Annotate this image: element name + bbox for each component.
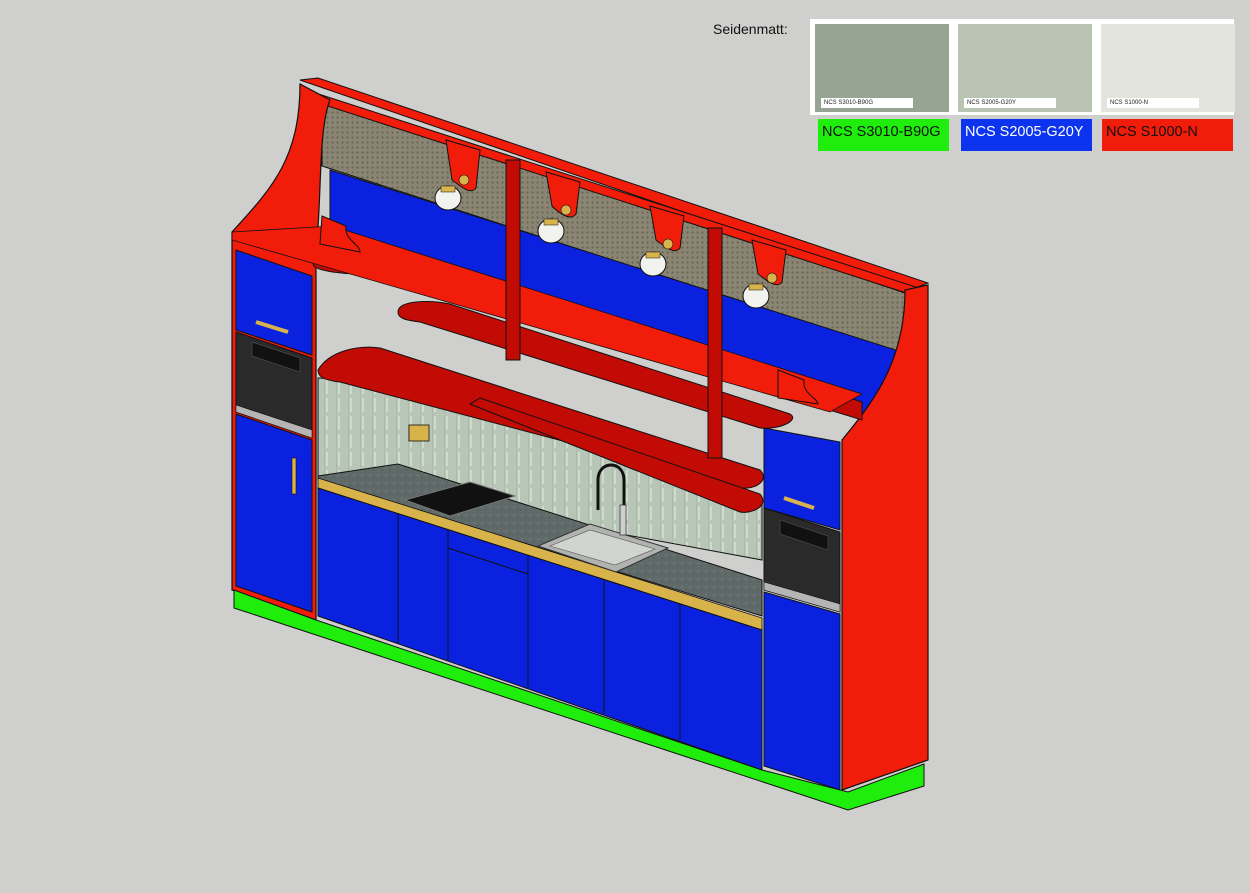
swatch-1: NCS S3010-B90G	[815, 24, 949, 112]
post-1	[505, 159, 521, 361]
key-2: NCS S2005-G20Y	[961, 119, 1092, 151]
key-3: NCS S1000-N	[1102, 119, 1233, 151]
left-cabinet-lower	[235, 413, 313, 613]
swatch-1-code: NCS S3010-B90G	[821, 98, 913, 108]
swatch-3-code: NCS S1000-N	[1107, 98, 1199, 108]
power-outlet	[408, 424, 430, 442]
swatch-3: NCS S1000-N	[1101, 24, 1235, 112]
left-handle	[291, 457, 297, 495]
key-1: NCS S3010-B90G	[818, 119, 949, 151]
swatch-panel: NCS S3010-B90G NCS S2005-G20Y NCS S1000-…	[810, 19, 1235, 115]
swatch-2-code: NCS S2005-G20Y	[964, 98, 1056, 108]
finish-label: Seidenmatt:	[713, 21, 788, 37]
right-cabinet-lower	[763, 591, 841, 791]
post-2	[707, 227, 723, 459]
swatch-2: NCS S2005-G20Y	[958, 24, 1092, 112]
